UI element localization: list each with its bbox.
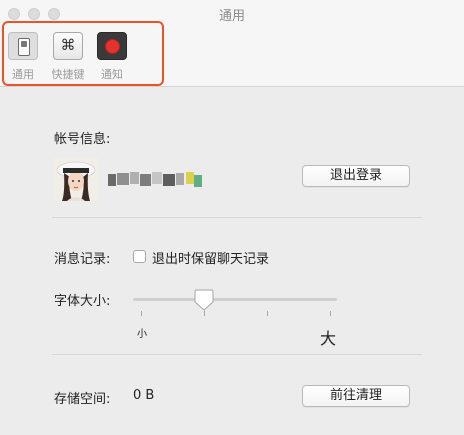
logout-button[interactable]: 退出登录 [302, 165, 410, 187]
record-icon [97, 32, 127, 60]
tab-shortcuts[interactable]: ⌘ 快捷键 [48, 32, 88, 82]
font-size-min-label: 小 [137, 329, 147, 340]
storage-value: 0 B [133, 388, 155, 403]
title-bar: 通用 通用 ⌘ 快捷键 通知 [0, 0, 464, 87]
messages-heading: 消息记录: [54, 252, 111, 267]
keep-history-checkbox[interactable] [133, 250, 146, 263]
account-heading: 帐号信息: [54, 132, 111, 147]
command-key-icon: ⌘ [53, 32, 83, 60]
preferences-window: 通用 通用 ⌘ 快捷键 通知 帐号信息: 退出登录 消息记录: 退出时保留聊天记… [0, 0, 464, 435]
font-size-tick [204, 311, 205, 316]
divider-2 [52, 354, 422, 355]
avatar [54, 157, 98, 201]
font-size-slider-knob[interactable] [194, 289, 214, 311]
switch-icon [8, 32, 38, 60]
username-redacted [108, 172, 204, 187]
font-size-slider-track[interactable] [133, 298, 337, 301]
font-size-max-label: 大 [320, 329, 337, 348]
clear-storage-button[interactable]: 前往清理 [302, 385, 410, 407]
avatar-illustration-icon [54, 157, 98, 201]
tab-notifications-label: 通知 [101, 68, 123, 81]
font-size-tick [141, 311, 142, 316]
font-size-tick [330, 311, 331, 316]
tab-general[interactable]: 通用 [3, 32, 43, 82]
keep-history-label[interactable]: 退出时保留聊天记录 [152, 248, 269, 267]
tab-notifications[interactable]: 通知 [92, 32, 132, 82]
font-size-tick [267, 311, 268, 316]
font-size-heading: 字体大小: [54, 294, 111, 309]
divider-1 [52, 217, 422, 218]
storage-heading: 存储空间: [54, 392, 111, 407]
